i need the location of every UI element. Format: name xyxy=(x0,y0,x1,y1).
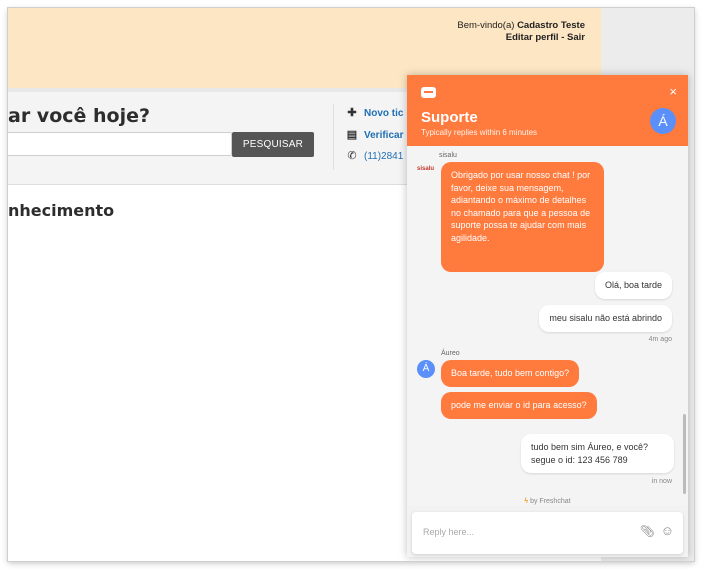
message-time: 4m ago xyxy=(648,336,672,343)
scrollbar[interactable] xyxy=(683,414,686,494)
close-icon[interactable]: × xyxy=(669,84,677,99)
user-name: Cadastro Teste xyxy=(517,20,585,31)
plus-icon: ✚ xyxy=(347,107,357,119)
sisalu-logo: sisalu xyxy=(417,166,435,172)
edit-profile-link[interactable]: Editar perfil xyxy=(506,32,559,43)
chat-widget: × Suporte Typically replies within 6 min… xyxy=(407,75,688,557)
chat-subtitle: Typically replies within 6 minutes xyxy=(421,128,538,137)
message-bubble: Olá, boa tarde xyxy=(594,272,672,299)
agent-name: Áureo xyxy=(441,350,460,357)
chat-messages[interactable]: sisalu sisalu Obrigado por usar nosso ch… xyxy=(407,146,688,506)
knowledge-heading: nhecimento xyxy=(8,201,115,220)
phone-link[interactable]: ✆ (11)2841 xyxy=(346,149,403,162)
chat-header: × Suporte Typically replies within 6 min… xyxy=(407,75,688,146)
message-bubble: meu sisalu não está abrindo xyxy=(539,305,672,332)
message-time: in now xyxy=(651,478,672,485)
attachment-icon[interactable]: 📎︎ xyxy=(640,524,655,538)
new-ticket-link[interactable]: ✚ Novo tic xyxy=(346,106,403,119)
separator: - xyxy=(561,32,565,43)
message-bubble: Boa tarde, tudo bem contigo? xyxy=(441,360,580,387)
logout-link[interactable]: Sair xyxy=(567,32,585,43)
sender-name: sisalu xyxy=(439,152,457,159)
chat-logo-icon xyxy=(421,87,436,98)
message-bubble: pode me enviar o id para acesso? xyxy=(441,392,597,419)
search-button[interactable]: PESQUISAR xyxy=(232,132,314,157)
reply-box[interactable]: Reply here... 📎︎ ☺ xyxy=(412,512,683,554)
welcome-block: Bem-vindo(a) Cadastro Teste Editar perfi… xyxy=(457,20,585,44)
powered-by[interactable]: ϟ by Freshchat xyxy=(407,498,688,505)
message-bubble: tudo bem sim Áureo, e você? segue o id: … xyxy=(521,434,674,473)
chat-title: Suporte xyxy=(421,109,478,126)
check-link[interactable]: ▤ Verificar xyxy=(346,128,404,141)
agent-small-avatar: Á xyxy=(417,360,435,378)
search-input[interactable] xyxy=(8,132,232,156)
welcome-prefix: Bem-vindo(a) xyxy=(457,20,515,31)
document-icon: ▤ xyxy=(346,129,358,141)
reply-input[interactable]: Reply here... xyxy=(423,527,474,537)
divider xyxy=(333,104,334,170)
emoji-icon[interactable]: ☺ xyxy=(661,523,674,538)
phone-icon: ✆ xyxy=(347,150,357,162)
freshchat-bolt-icon: ϟ xyxy=(524,498,529,505)
agent-avatar: Á xyxy=(650,108,676,134)
message-bubble: Obrigado por usar nosso chat ! por favor… xyxy=(441,162,604,272)
browser-frame: Bem-vindo(a) Cadastro Teste Editar perfi… xyxy=(8,8,694,561)
site-header: Bem-vindo(a) Cadastro Teste Editar perfi… xyxy=(8,8,601,61)
page-heading: ar você hoje? xyxy=(8,105,151,127)
